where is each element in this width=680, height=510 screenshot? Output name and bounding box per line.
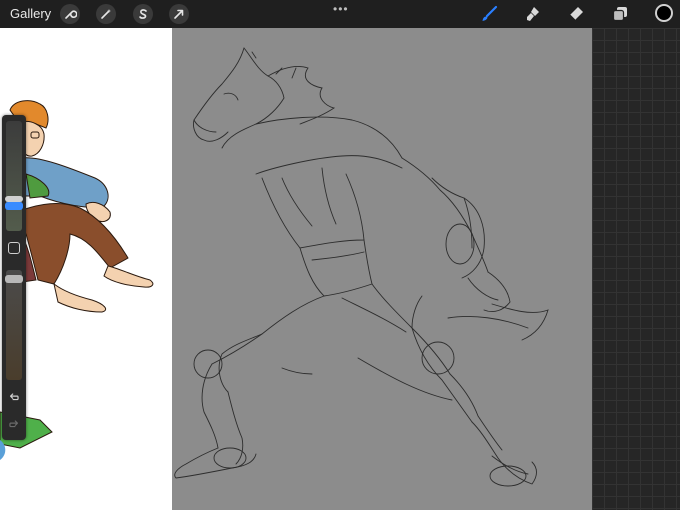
werewolf-sketch [174, 47, 549, 487]
eraser-icon[interactable] [565, 4, 587, 24]
smudge-icon[interactable] [522, 4, 544, 24]
wrench-icon[interactable] [60, 4, 80, 24]
brush-size-slider-thumb[interactable] [5, 202, 23, 210]
color-picker-swatch[interactable] [655, 4, 673, 22]
selection-s-icon[interactable] [133, 4, 153, 24]
modify-square-icon[interactable] [8, 242, 20, 254]
canvas-background-grid [592, 28, 680, 510]
top-toolbar: Gallery ••• [0, 0, 680, 28]
layers-icon[interactable] [609, 4, 631, 24]
more-options-dots[interactable]: ••• [333, 2, 349, 16]
redo-icon[interactable] [7, 417, 21, 431]
transform-arrow-icon[interactable] [169, 4, 189, 24]
opacity-slider-thumb[interactable] [5, 275, 23, 283]
brush-sidebar [2, 115, 26, 440]
brush-icon[interactable] [478, 4, 500, 24]
magic-wand-icon[interactable] [96, 4, 116, 24]
opacity-slider[interactable] [5, 270, 23, 380]
gallery-button[interactable]: Gallery [10, 6, 51, 21]
undo-icon[interactable] [7, 390, 21, 404]
brush-size-slider[interactable] [5, 121, 23, 231]
canvas-sketch-area[interactable] [172, 28, 592, 510]
